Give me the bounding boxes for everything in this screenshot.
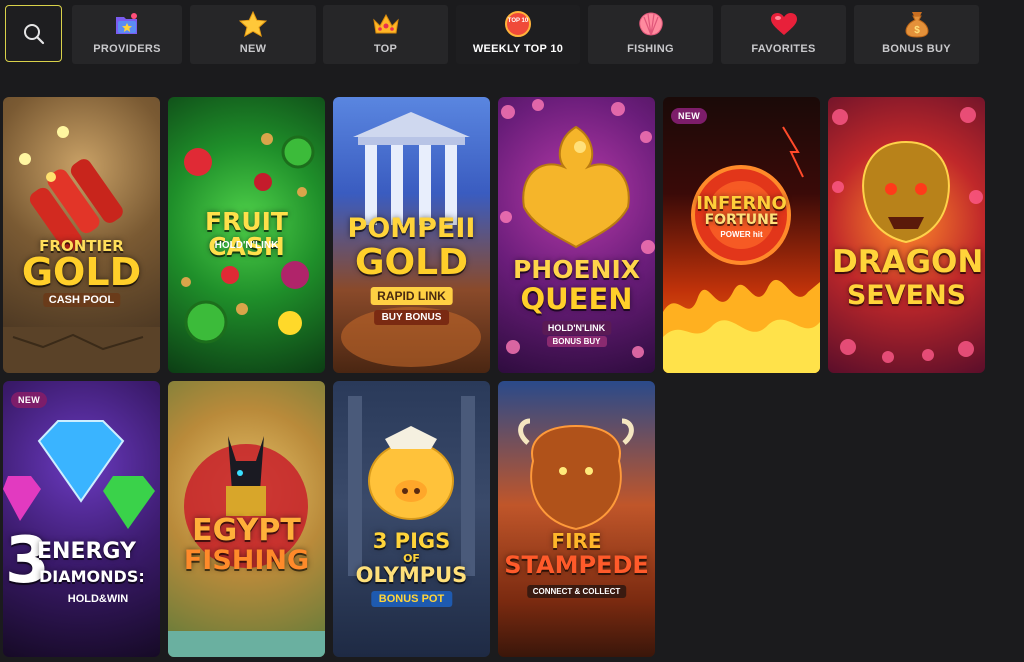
tab-label: FISHING <box>627 43 674 55</box>
game-title-line: FIRE <box>551 529 602 553</box>
new-badge: NEW <box>671 108 708 124</box>
game-subtitle: HOLD'N'LINK <box>541 321 612 335</box>
tab-favorites[interactable]: FAVORITES <box>721 5 846 64</box>
game-tile-fruit-cash[interactable]: FRUIT CASH HOLD'N'LINK <box>168 97 325 373</box>
game-subtitle-2: BUY BONUS <box>373 310 450 325</box>
game-art <box>828 97 985 373</box>
game-title-line: 3 PIGS <box>372 529 451 553</box>
tab-weekly-top-10[interactable]: TOP 10 WEEKLY TOP 10 <box>456 5 580 64</box>
svg-text:$: $ <box>914 25 920 36</box>
game-tile-dragon-sevens[interactable]: DRAGON SEVENS <box>828 97 985 373</box>
category-bar: PROVIDERS NEW TOP TOP 10 WEEKLY TOP 10 F… <box>0 0 1024 70</box>
game-tile-3-energy-diamonds[interactable]: NEW 3 ENERGY DIAMONDS: HOLD&WIN <box>3 381 160 657</box>
game-tile-phoenix-queen[interactable]: PHOENIX QUEEN HOLD'N'LINK BONUS BUY <box>498 97 655 373</box>
game-title-line: QUEEN <box>520 282 633 316</box>
heart-icon <box>770 13 797 35</box>
tab-new[interactable]: NEW <box>190 5 316 64</box>
game-tile-fire-stampede[interactable]: FIRE STAMPEDE CONNECT & COLLECT <box>498 381 655 657</box>
game-title-line: ENERGY <box>37 539 136 564</box>
game-title-line: DRAGON <box>832 244 984 280</box>
game-art <box>333 381 490 657</box>
game-subtitle: POWER hit <box>720 230 763 239</box>
tab-label: FAVORITES <box>751 43 816 55</box>
game-subtitle: CONNECT & COLLECT <box>526 585 627 598</box>
game-title-line: PHOENIX <box>512 255 641 284</box>
tab-label: PROVIDERS <box>93 43 161 55</box>
top10-icon: TOP 10 <box>505 11 531 37</box>
game-art <box>498 381 655 657</box>
game-title-line: GOLD <box>21 250 142 294</box>
game-subtitle-2: BONUS BUY <box>546 336 607 347</box>
game-title-line: FRUIT CASH <box>205 207 288 261</box>
game-art <box>3 381 160 657</box>
search-button[interactable] <box>5 5 62 62</box>
tab-fishing[interactable]: FISHING <box>588 5 713 64</box>
game-title-line: FISHING <box>183 545 310 576</box>
top10-icon-text: TOP 10 <box>508 18 529 24</box>
game-title-line: OLYMPUS <box>355 563 468 587</box>
search-icon <box>23 23 44 44</box>
crown-icon <box>372 13 399 34</box>
game-title-line: GOLD <box>355 242 468 283</box>
game-title-line: FORTUNE <box>704 212 779 228</box>
game-title-line: INFERNO <box>696 193 787 214</box>
game-title-line: DIAMONDS: <box>39 567 145 586</box>
game-subtitle: HOLD'N'LINK <box>214 240 279 251</box>
game-tile-inferno-fortune[interactable]: NEW INFERNO FORTUNE POWER hit <box>663 97 820 373</box>
providers-icon <box>116 13 137 34</box>
star-icon <box>239 11 267 37</box>
game-subtitle: BONUS POT <box>370 591 453 607</box>
tab-top[interactable]: TOP <box>323 5 448 64</box>
money-bag-icon: $ <box>904 12 929 38</box>
game-tile-egypt-fishing[interactable]: EGYPT FISHING <box>168 381 325 657</box>
game-title-line: EGYPT <box>192 513 301 548</box>
game-subtitle: RAPID LINK <box>370 287 453 305</box>
game-tile-3-pigs-of-olympus[interactable]: 3 PIGS OF OLYMPUS BONUS POT <box>333 381 490 657</box>
game-title-line: SEVENS <box>846 280 967 311</box>
game-subtitle: HOLD&WIN <box>67 593 129 605</box>
tab-bonus-buy[interactable]: $ BONUS BUY <box>854 5 979 64</box>
new-badge: NEW <box>11 392 48 408</box>
tab-label: WEEKLY TOP 10 <box>472 43 564 55</box>
tab-label: BONUS BUY <box>882 43 951 55</box>
game-title-line: POMPEII <box>347 213 476 244</box>
tab-label: NEW <box>239 43 267 55</box>
game-tile-pompeii-gold[interactable]: POMPEII GOLD RAPID LINK BUY BONUS <box>333 97 490 373</box>
game-art <box>3 97 160 373</box>
tab-label: TOP <box>373 43 398 55</box>
game-tile-frontier-gold[interactable]: FRONTIER GOLD CASH POOL <box>3 97 160 373</box>
shell-icon <box>638 12 663 36</box>
game-title-line: STAMPEDE <box>504 551 649 579</box>
tab-providers[interactable]: PROVIDERS <box>72 5 182 64</box>
game-subtitle: CASH POOL <box>42 293 121 307</box>
